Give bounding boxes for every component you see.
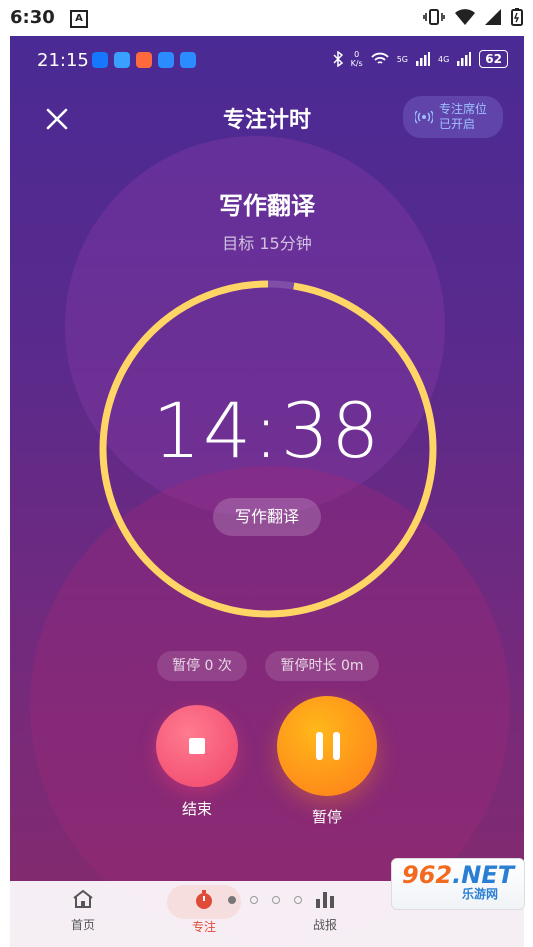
pause-button[interactable] — [277, 696, 377, 796]
vibrate-icon — [423, 9, 445, 25]
timer-display: 14:38 — [152, 386, 382, 475]
signal-4g-icon — [457, 52, 472, 66]
nav-item-home[interactable]: 首页 — [48, 889, 118, 933]
notification-a-icon: A — [70, 10, 88, 28]
watermark-sub: 乐游网 — [462, 887, 499, 901]
task-title: 写作翻译 — [219, 192, 315, 220]
notification-app-icons — [92, 52, 196, 68]
broadcast-icon — [415, 110, 433, 124]
focus-timer-screen: 21:15 0 K/s 5G 4G 62 专注计时 专注席位 已开启 写作翻译 … — [10, 36, 524, 947]
home-icon — [73, 889, 93, 908]
heart-app-icon — [136, 52, 152, 68]
inner-wifi-icon — [371, 52, 389, 64]
page-dot — [250, 896, 258, 904]
signal-5g-icon — [416, 52, 430, 66]
nav-label-home: 首页 — [70, 918, 95, 932]
calendar-app-icon — [114, 52, 130, 68]
alipay-icon — [92, 52, 108, 68]
inner-time: 21:15 — [37, 50, 89, 71]
network-speed: 0 K/s — [350, 50, 363, 68]
site-watermark-logo: 962.NET 乐游网 — [391, 858, 525, 910]
seat-line-2: 已开启 — [439, 117, 476, 131]
stopwatch-icon — [196, 890, 212, 909]
system-status-bar: 6:30 A — [0, 0, 533, 36]
pause-duration-chip: 暂停时长 0m — [265, 651, 379, 681]
page-dot — [228, 896, 236, 904]
pause-count-chip: 暂停 0 次 — [157, 651, 247, 681]
bluetooth-icon — [333, 51, 343, 67]
task-chip[interactable]: 写作翻译 — [213, 498, 321, 536]
nav-label-focus: 专注 — [191, 920, 216, 934]
nav-item-report[interactable]: 战报 — [290, 889, 360, 933]
end-button[interactable] — [156, 705, 238, 787]
page-dot — [272, 896, 280, 904]
inner-status-bar: 21:15 0 K/s 5G 4G 62 — [10, 36, 524, 84]
inner-battery: 62 — [479, 50, 508, 68]
bulb-app-icon — [180, 52, 196, 68]
message-app-icon — [158, 52, 174, 68]
end-label: 结束 — [181, 800, 212, 818]
pause-icon — [316, 732, 340, 760]
system-time: 6:30 — [10, 7, 55, 28]
wifi-icon — [455, 9, 475, 25]
battery-icon — [511, 8, 523, 26]
nav-label-report: 战报 — [312, 918, 337, 932]
signal-icon — [485, 9, 501, 25]
net-5g-label: 5G — [396, 54, 408, 64]
net-4g-label: 4G — [438, 54, 450, 64]
pause-label: 暂停 — [311, 808, 342, 826]
bar-chart-icon — [316, 892, 334, 908]
stop-icon — [189, 738, 205, 754]
focus-seat-badge[interactable]: 专注席位 已开启 — [403, 96, 503, 138]
goal-text: 目标 15分钟 — [222, 234, 312, 253]
seat-line-1: 专注席位 — [439, 102, 488, 116]
